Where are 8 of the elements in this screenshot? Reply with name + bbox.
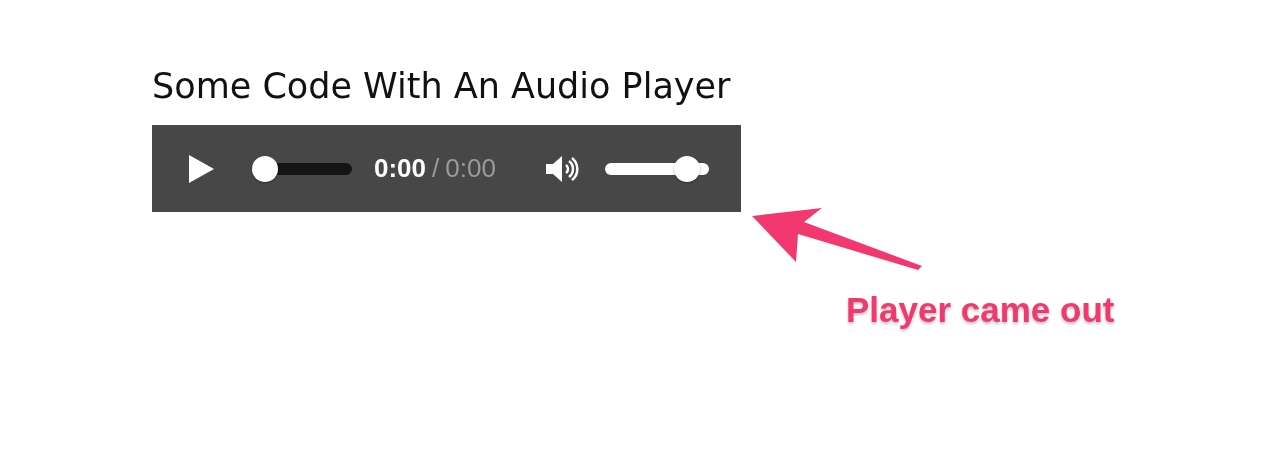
progress-slider[interactable]: [252, 155, 352, 182]
page-heading: Some Code With An Audio Player: [152, 65, 732, 108]
annotation-text: Player came out: [846, 290, 1115, 330]
current-time: 0:00: [374, 153, 427, 184]
volume-slider[interactable]: [605, 155, 709, 182]
duration-time: 0:00: [445, 153, 496, 184]
time-separator: /: [432, 153, 440, 184]
play-icon[interactable]: [187, 153, 215, 184]
